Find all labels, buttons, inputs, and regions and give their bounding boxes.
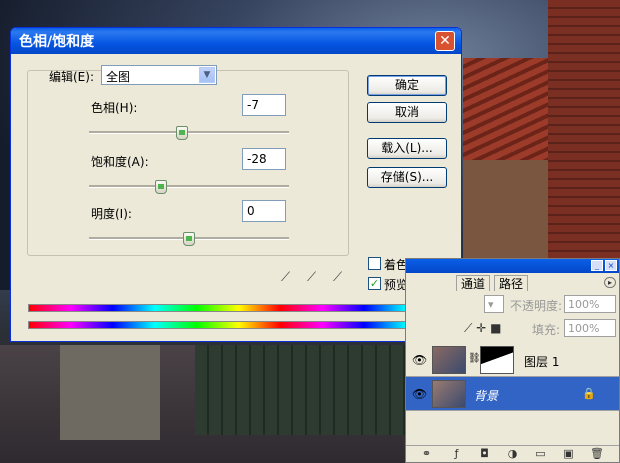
opacity-row: ▾ 不透明度: 100% (406, 295, 619, 317)
dialog-title: 色相/饱和度 (19, 34, 95, 50)
lightness-slider-thumb[interactable] (183, 232, 195, 246)
cancel-button[interactable]: 取消 (367, 102, 447, 123)
chevron-down-icon: ▾ (488, 298, 494, 311)
link-icon[interactable]: ⚭ (420, 447, 433, 460)
panel-menu-icon[interactable]: ▸ (604, 277, 616, 288)
trash-icon[interactable]: 🗑 (590, 447, 604, 460)
edit-select-value: 全图 (106, 70, 131, 84)
mask-icon[interactable]: ◘ (478, 447, 491, 460)
close-icon[interactable]: × (605, 260, 617, 271)
background-door (195, 345, 405, 435)
edit-select[interactable]: 全图 ▼ (101, 65, 217, 85)
colorize-checkbox[interactable] (368, 257, 381, 270)
ok-button[interactable]: 确定 (367, 75, 447, 96)
lock-icon: 🔒 (582, 387, 596, 400)
tab-paths[interactable]: 路径 (494, 275, 529, 291)
opacity-input[interactable]: 100% (564, 295, 616, 313)
lightness-input[interactable]: 0 (242, 200, 286, 222)
fill-label: 填充: (532, 323, 561, 337)
panel-tabs: 通道 路径 ▸ (406, 275, 619, 291)
hue-slider-thumb[interactable] (176, 126, 188, 140)
layer-thumbnail (432, 346, 466, 374)
close-icon: ✕ (439, 33, 451, 49)
layer-mask-thumbnail[interactable] (480, 346, 514, 374)
fill-input[interactable]: 100% (564, 319, 616, 337)
chevron-down-icon[interactable]: ▼ (199, 67, 215, 83)
hue-saturation-dialog: 色相/饱和度 ✕ 编辑(E): 全图 ▼ 色相(H): -7 饱和度(A): -… (10, 27, 462, 342)
adjustment-icon[interactable]: ◑ (506, 447, 519, 460)
dialog-titlebar[interactable]: 色相/饱和度 ✕ (11, 28, 461, 54)
hue-label: 色相(H): (91, 101, 138, 115)
input-color-bar (28, 304, 449, 312)
load-button[interactable]: 载入(L)... (367, 138, 447, 159)
edit-label: 编辑(E): (49, 70, 94, 84)
layer-row[interactable]: 👁 ⛓ 图层 1 (406, 343, 619, 377)
layer-name: 图层 1 (524, 355, 560, 369)
saturation-label: 饱和度(A): (91, 155, 149, 169)
hue-slider-track[interactable] (89, 131, 289, 134)
link-icon[interactable]: ⛓ (468, 353, 481, 364)
opacity-label: 不透明度: (510, 299, 563, 313)
background-brick-tower (548, 0, 620, 268)
eye-icon[interactable]: 👁 (412, 353, 427, 367)
background-house (463, 160, 553, 260)
eyedropper-plus-icon[interactable]: ⟋ (307, 270, 323, 286)
tab-channels[interactable]: 通道 (456, 275, 491, 291)
output-color-bar (28, 321, 449, 329)
new-layer-icon[interactable]: ▣ (562, 447, 575, 460)
fill-row: ⟋ ✛ ■ 填充: 100% (406, 319, 619, 341)
adjustment-group (27, 70, 349, 256)
background-wall (60, 345, 160, 440)
lightness-label: 明度(I): (91, 207, 132, 221)
hue-input[interactable]: -7 (242, 94, 286, 116)
style-icon[interactable]: ƒ (450, 447, 463, 460)
layer-row-selected[interactable]: 👁 背景 🔒 (406, 377, 619, 411)
layer-name: 背景 (474, 389, 499, 403)
eyedropper-minus-icon[interactable]: ⟋ (333, 270, 349, 286)
layers-panel: _ × 通道 路径 ▸ ▾ 不透明度: 100% ⟋ ✛ ■ 填充: 100% … (405, 258, 620, 463)
lock-icons[interactable]: ⟋ ✛ ■ (464, 321, 501, 336)
folder-icon[interactable]: ▭ (534, 447, 547, 460)
preview-checkbox[interactable]: ✓ (368, 277, 381, 290)
layer-thumbnail (432, 380, 466, 408)
close-button[interactable]: ✕ (435, 31, 455, 51)
panel-toolbar: ⚭ ƒ ◘ ◑ ▭ ▣ 🗑 (406, 445, 619, 462)
minimize-icon[interactable]: _ (591, 260, 603, 271)
eye-icon[interactable]: 👁 (412, 387, 427, 401)
saturation-slider-track[interactable] (89, 185, 289, 188)
panel-titlebar[interactable]: _ × (406, 259, 619, 273)
blend-mode-select[interactable]: ▾ (484, 295, 504, 313)
saturation-slider-thumb[interactable] (155, 180, 167, 194)
saturation-input[interactable]: -28 (242, 148, 286, 170)
save-button[interactable]: 存储(S)... (367, 167, 447, 188)
eyedropper-icon[interactable]: ⟋ (281, 270, 297, 286)
